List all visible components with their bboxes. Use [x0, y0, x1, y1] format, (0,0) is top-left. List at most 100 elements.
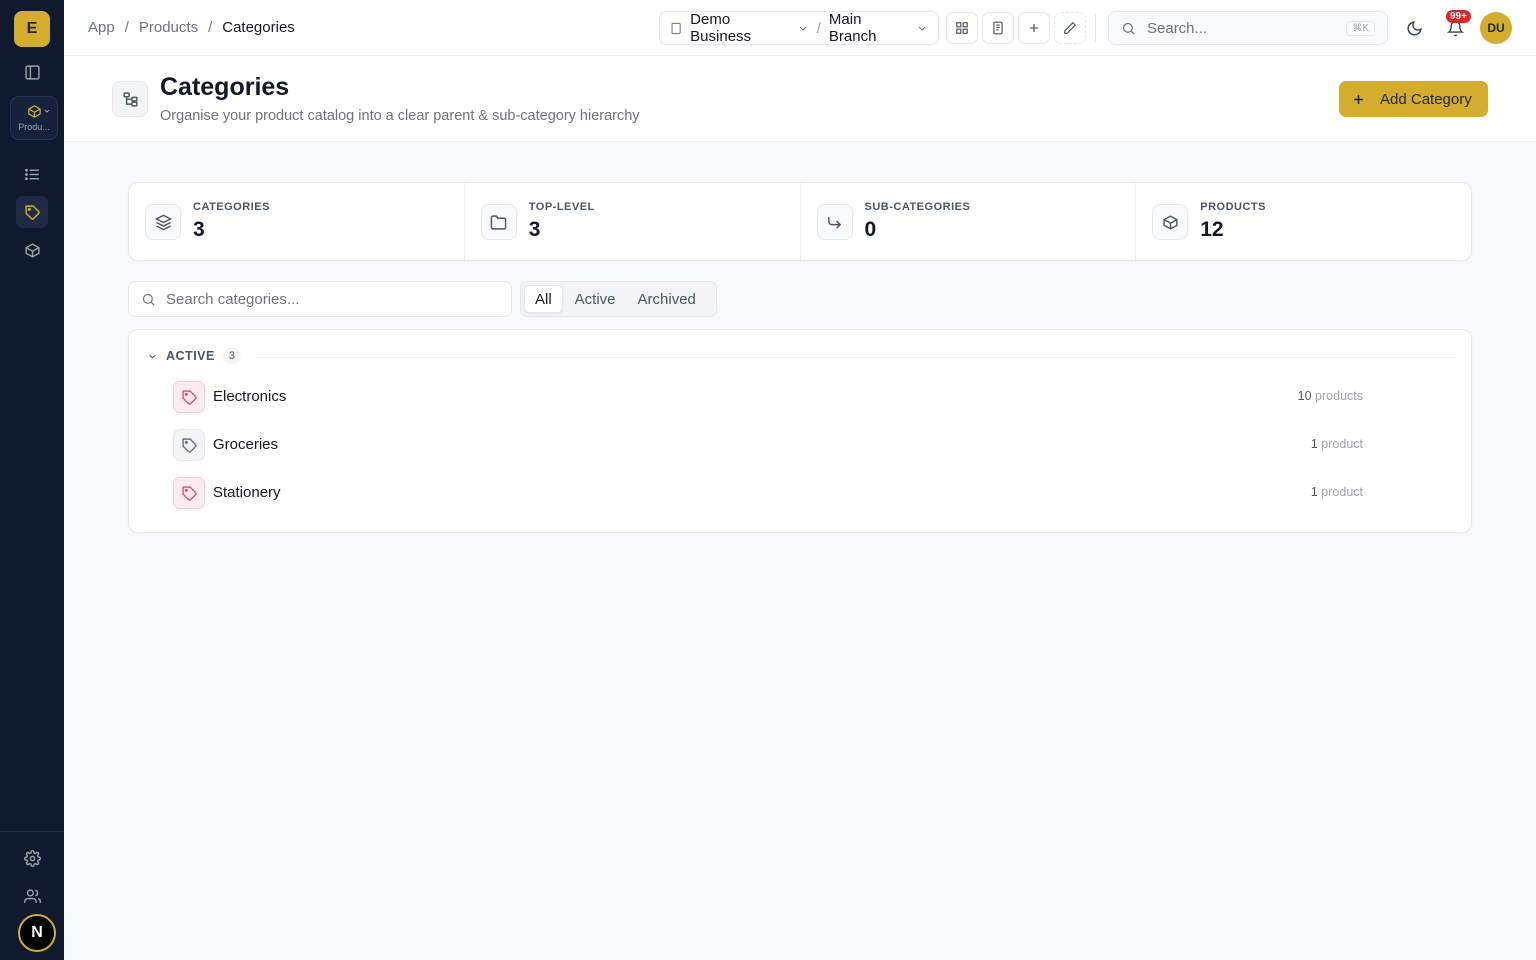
category-list: ACTIVE 3 Electronics 10 products Groceri… — [128, 329, 1472, 533]
stat-categories: CATEGORIES 3 — [129, 183, 465, 260]
page-title: Categories — [160, 73, 290, 101]
stats-card: CATEGORIES 3 TOP-LEVEL 3 SUB-CATEGORIES … — [128, 182, 1472, 261]
category-name[interactable]: Electronics — [213, 388, 286, 405]
group-divider — [255, 357, 1455, 358]
page-subtitle: Organise your product catalog into a cle… — [160, 108, 640, 124]
count-number: 1 — [1310, 485, 1318, 499]
box-icon — [24, 242, 40, 258]
page-icon — [112, 81, 148, 117]
panel-left-icon — [24, 64, 40, 80]
tab-archived[interactable]: Archived — [628, 285, 706, 313]
plus-icon — [1354, 94, 1363, 104]
tab-active[interactable]: Active — [565, 285, 626, 313]
search-icon — [142, 293, 155, 306]
edit-button[interactable] — [1054, 12, 1086, 44]
tag-icon — [173, 429, 205, 461]
category-row[interactable]: Groceries 1 product — [173, 429, 1363, 461]
category-product-count: 1 product — [1311, 485, 1363, 499]
stat-sub-categories: SUB-CATEGORIES 0 — [801, 183, 1137, 260]
search-placeholder: Search... — [1147, 19, 1208, 37]
apps-grid-button[interactable] — [946, 12, 978, 44]
stat-value: 3 — [193, 218, 205, 241]
topbar: App / Products / Categories Demo Busines… — [64, 0, 1536, 56]
page-header: Categories Organise your product catalog… — [64, 56, 1536, 142]
stat-label: CATEGORIES — [193, 201, 270, 213]
sidebar-item-products[interactable] — [16, 234, 48, 266]
list-icon — [24, 168, 39, 180]
workspace-avatar[interactable]: N — [18, 914, 56, 952]
breadcrumb-separator: / — [124, 19, 129, 36]
breadcrumb: App / Products / Categories — [88, 19, 295, 36]
group-count: 3 — [222, 348, 242, 364]
stat-value: 0 — [864, 218, 877, 241]
breadcrumb-current: Categories — [222, 19, 295, 36]
tab-all[interactable]: All — [524, 285, 563, 313]
search-icon — [1122, 22, 1135, 35]
category-name[interactable]: Stationery — [213, 484, 281, 501]
business-name[interactable]: Demo Business — [690, 11, 788, 45]
tag-icon — [173, 477, 205, 509]
tag-icon — [24, 204, 40, 220]
module-switcher[interactable]: Produ... — [10, 96, 58, 140]
layers-icon — [145, 204, 181, 240]
search-shortcut: ⌘K — [1346, 20, 1375, 36]
context-separator: / — [816, 19, 821, 37]
breadcrumb-separator: / — [208, 19, 213, 36]
package-icon — [1152, 204, 1189, 240]
status-filter-tabs: All Active Archived — [520, 281, 717, 317]
count-unit: products — [1315, 389, 1363, 403]
pencil-icon — [1064, 21, 1077, 34]
count-number: 10 — [1297, 389, 1312, 403]
stat-value: 3 — [528, 218, 541, 241]
sidebar: E Produ... N — [0, 0, 64, 960]
package-icon — [27, 105, 41, 118]
tag-icon — [173, 381, 205, 413]
invoice-button[interactable] — [982, 12, 1014, 44]
add-category-button[interactable]: Add Category — [1339, 81, 1488, 117]
chevron-down-icon — [799, 26, 807, 31]
stat-products: PRODUCTS 12 — [1136, 183, 1471, 260]
chevron-down-icon — [149, 354, 156, 359]
receipt-icon — [993, 21, 1003, 35]
breadcrumb-app[interactable]: App — [88, 19, 115, 36]
category-row[interactable]: Electronics 10 products — [173, 381, 1363, 413]
stat-value: 12 — [1200, 218, 1224, 241]
breadcrumb-products[interactable]: Products — [139, 19, 198, 36]
group-header-active[interactable]: ACTIVE 3 — [147, 348, 242, 364]
category-product-count: 10 products — [1298, 389, 1363, 403]
global-search-input[interactable]: Search... ⌘K — [1108, 11, 1388, 45]
user-avatar[interactable]: DU — [1480, 12, 1512, 44]
category-search-input[interactable]: Search categories... — [128, 281, 512, 317]
moon-icon — [1407, 20, 1422, 35]
group-label: ACTIVE — [166, 349, 215, 363]
branch-name[interactable]: Main Branch — [829, 11, 908, 45]
category-product-count: 1 product — [1311, 437, 1363, 451]
stat-label: PRODUCTS — [1200, 201, 1266, 213]
chevron-down-icon — [918, 26, 926, 31]
topbar-divider — [1095, 14, 1096, 42]
theme-toggle-button[interactable] — [1398, 12, 1430, 44]
corner-down-right-icon — [816, 204, 853, 240]
grid-icon — [956, 22, 968, 34]
toggle-sidebar-button[interactable] — [16, 56, 48, 88]
hierarchy-icon — [122, 91, 138, 107]
gear-icon — [23, 849, 41, 867]
quick-add-button[interactable] — [1018, 12, 1050, 44]
users-button[interactable] — [16, 880, 48, 912]
category-name[interactable]: Groceries — [213, 436, 278, 453]
folder-icon — [480, 204, 517, 240]
business-branch-selector[interactable]: Demo Business / Main Branch — [659, 11, 939, 45]
settings-button[interactable] — [16, 842, 48, 874]
app-logo[interactable]: E — [14, 11, 50, 47]
sidebar-divider — [0, 831, 64, 832]
category-row[interactable]: Stationery 1 product — [173, 477, 1363, 509]
building-icon — [671, 22, 681, 34]
count-unit: product — [1321, 437, 1363, 451]
sidebar-item-categories[interactable] — [16, 196, 48, 228]
add-category-label: Add Category — [1380, 90, 1472, 108]
stat-label: SUB-CATEGORIES — [864, 201, 971, 213]
chevron-down-icon — [44, 109, 50, 113]
stat-top-level: TOP-LEVEL 3 — [465, 183, 801, 260]
sidebar-item-list[interactable] — [16, 158, 48, 190]
users-icon — [23, 888, 41, 903]
